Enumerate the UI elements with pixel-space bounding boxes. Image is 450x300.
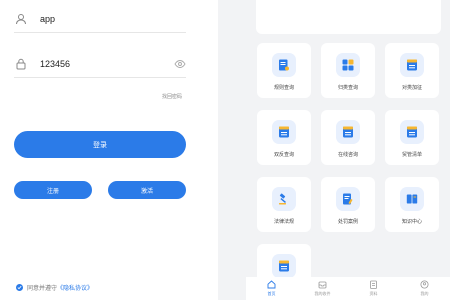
- list-doc-icon: [400, 120, 424, 144]
- activate-button[interactable]: 激活: [108, 181, 186, 199]
- grid-tile-online-consult[interactable]: 在线咨询: [321, 110, 375, 165]
- gavel-icon: [272, 187, 296, 211]
- agreement-text: 同意并遵守: [27, 286, 58, 292]
- grid-icon: [336, 53, 360, 77]
- privacy-policy-link[interactable]: 《隐私协议》: [57, 283, 93, 292]
- tab-home[interactable]: 首页: [246, 277, 297, 300]
- grid-tile-label: 归类查询: [337, 85, 358, 91]
- grid-tile-laws-regulations[interactable]: 法律法规: [257, 177, 311, 232]
- tab-profile[interactable]: 我的: [399, 277, 450, 300]
- list-doc-icon: [272, 254, 296, 278]
- document-search-icon: [272, 53, 296, 77]
- username-value: app: [40, 13, 56, 24]
- tab-label: 我的: [420, 291, 429, 296]
- login-button[interactable]: 登录: [14, 131, 186, 158]
- tab-files[interactable]: 资料: [348, 277, 399, 300]
- checkbox-checked-icon[interactable]: [16, 284, 23, 291]
- grid-tile-label: 双反查询: [273, 152, 294, 158]
- bottom-tab-bar: 首页 我的收件 资料 我的: [246, 277, 450, 300]
- agreement-row: 同意并遵守 《隐私协议》: [16, 283, 93, 292]
- lock-icon: [14, 57, 28, 71]
- tab-inbox[interactable]: 我的收件: [297, 277, 348, 300]
- grid-tile-label: 对类加征: [401, 85, 422, 91]
- app-home-panel: 规则查询 归类查询 对类加征 双反查询 在线咨询 贸管清单 法律法规 处罚案例 …: [246, 0, 450, 300]
- grid-tile-label: 贸管清单: [401, 152, 422, 158]
- list-doc-icon: [272, 120, 296, 144]
- grid-tile-knowledge-center[interactable]: 知识中心: [385, 177, 439, 232]
- files-icon: [369, 280, 378, 289]
- list-doc-icon: [400, 53, 424, 77]
- tab-label: 首页: [267, 291, 276, 296]
- grid-tile-label: 规则查询: [273, 85, 294, 91]
- grid-tile-label: 知识中心: [401, 219, 422, 225]
- grid-tile-classification-query[interactable]: 归类查询: [321, 43, 375, 98]
- grid-tile-tariff-surcharge[interactable]: 对类加征: [385, 43, 439, 98]
- grid-tile-penalty-cases[interactable]: 处罚案例: [321, 177, 375, 232]
- tab-label: 我的收件: [314, 291, 331, 296]
- grid-tile-label: 法律法规: [273, 219, 294, 225]
- doc-pen-icon: [336, 187, 360, 211]
- grid-tile-rules-query[interactable]: 规则查询: [257, 43, 311, 98]
- grid-tile-trade-control-list[interactable]: 贸管清单: [385, 110, 439, 165]
- home-icon: [267, 280, 276, 289]
- grid-tile-anti-dumping-query[interactable]: 双反查询: [257, 110, 311, 165]
- banner: [256, 0, 441, 34]
- password-value: 123456: [40, 58, 71, 69]
- password-field[interactable]: 123456: [14, 50, 186, 78]
- eye-icon[interactable]: [174, 58, 186, 70]
- grid-tile-label: 处罚案例: [337, 219, 358, 225]
- username-field[interactable]: app: [14, 5, 186, 33]
- user-icon: [420, 280, 429, 289]
- login-panel: app 123456 找回密码 登录 注册 激活 同意并遵守 《隐私协议》: [0, 0, 218, 300]
- list-doc-icon: [336, 120, 360, 144]
- book-icon: [400, 187, 424, 211]
- tab-label: 资料: [369, 291, 378, 296]
- inbox-icon: [318, 280, 327, 289]
- grid-tile-label: 在线咨询: [337, 152, 358, 158]
- forgot-password-link[interactable]: 找回密码: [162, 93, 182, 100]
- panel-divider: [218, 0, 246, 300]
- user-icon: [14, 12, 28, 26]
- register-button[interactable]: 注册: [14, 181, 92, 199]
